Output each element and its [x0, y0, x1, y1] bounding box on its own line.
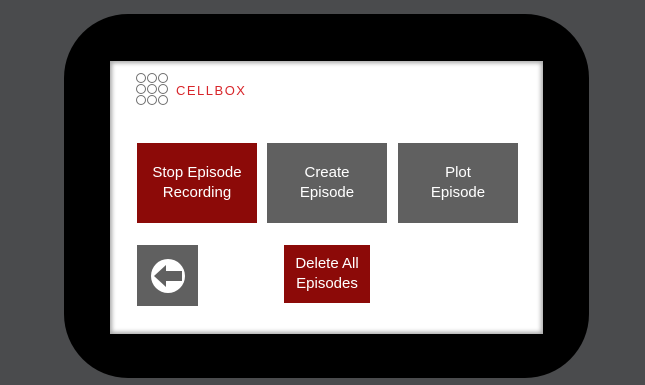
plot-episode-button[interactable]: Plot Episode: [398, 143, 518, 223]
logo-text: CELLBOX: [176, 79, 247, 99]
create-episode-label: Create Episode: [299, 164, 355, 201]
stop-episode-recording-label: Stop Episode Recording: [152, 164, 242, 201]
stop-episode-recording-button[interactable]: Stop Episode Recording: [137, 143, 257, 223]
cellbox-logo: CELLBOX: [136, 73, 246, 105]
delete-all-episodes-label: Delete All Episodes: [295, 255, 359, 292]
cellbox-logo-icon: [136, 73, 168, 105]
plot-episode-label: Plot Episode: [430, 164, 486, 201]
back-button[interactable]: [137, 245, 198, 306]
create-episode-button[interactable]: Create Episode: [267, 143, 387, 223]
delete-all-episodes-button[interactable]: Delete All Episodes: [284, 245, 370, 303]
back-arrow-icon: [150, 258, 185, 293]
touch-screen: CELLBOX Stop Episode Recording Create Ep…: [110, 61, 543, 334]
